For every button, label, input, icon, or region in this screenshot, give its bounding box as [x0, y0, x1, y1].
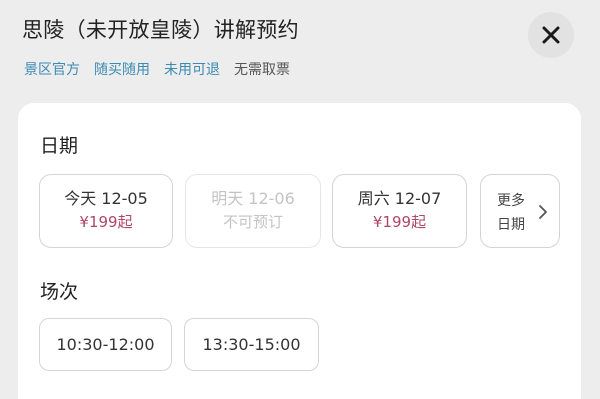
feature-tags: 景区官方 随买随用 未用可退 无需取票 [24, 59, 304, 79]
date-section-label: 日期 [40, 135, 79, 157]
tag-refundable: 未用可退 [164, 62, 220, 78]
date-card-day: 今天 12-05 [64, 189, 148, 208]
session-slot-morning[interactable]: 10:30-12:00 [39, 318, 172, 371]
tag-official: 景区官方 [24, 62, 80, 78]
session-time: 13:30-15:00 [202, 335, 301, 354]
date-card-price: ¥199起 [372, 213, 427, 231]
session-time: 10:30-12:00 [56, 335, 155, 354]
date-card-tomorrow: 明天 12-06 不可预订 [185, 174, 321, 248]
booking-panel: 日期 今天 12-05 ¥199起 明天 12-06 不可预订 周六 12-07… [18, 103, 581, 399]
session-section-label: 场次 [40, 281, 79, 303]
page-title: 思陵（未开放皇陵）讲解预约 [22, 18, 299, 42]
tag-no-ticket-pickup: 无需取票 [234, 62, 290, 78]
chevron-right-icon [539, 205, 547, 219]
more-dates-button[interactable]: 更多 日期 [480, 174, 560, 248]
more-dates-label-1: 更多 [497, 193, 525, 209]
date-card-status: 不可预订 [222, 213, 283, 231]
more-dates-label-2: 日期 [497, 217, 525, 233]
session-slot-afternoon[interactable]: 13:30-15:00 [184, 318, 319, 371]
date-card-price: ¥199起 [79, 213, 133, 231]
date-card-day: 明天 12-06 [211, 189, 295, 208]
close-icon [542, 26, 560, 44]
date-card-today[interactable]: 今天 12-05 ¥199起 [39, 174, 173, 248]
tag-buy-and-use: 随买随用 [94, 62, 150, 78]
date-card-day: 周六 12-07 [357, 189, 442, 208]
date-card-saturday[interactable]: 周六 12-07 ¥199起 [332, 174, 467, 248]
close-button[interactable] [528, 12, 574, 58]
